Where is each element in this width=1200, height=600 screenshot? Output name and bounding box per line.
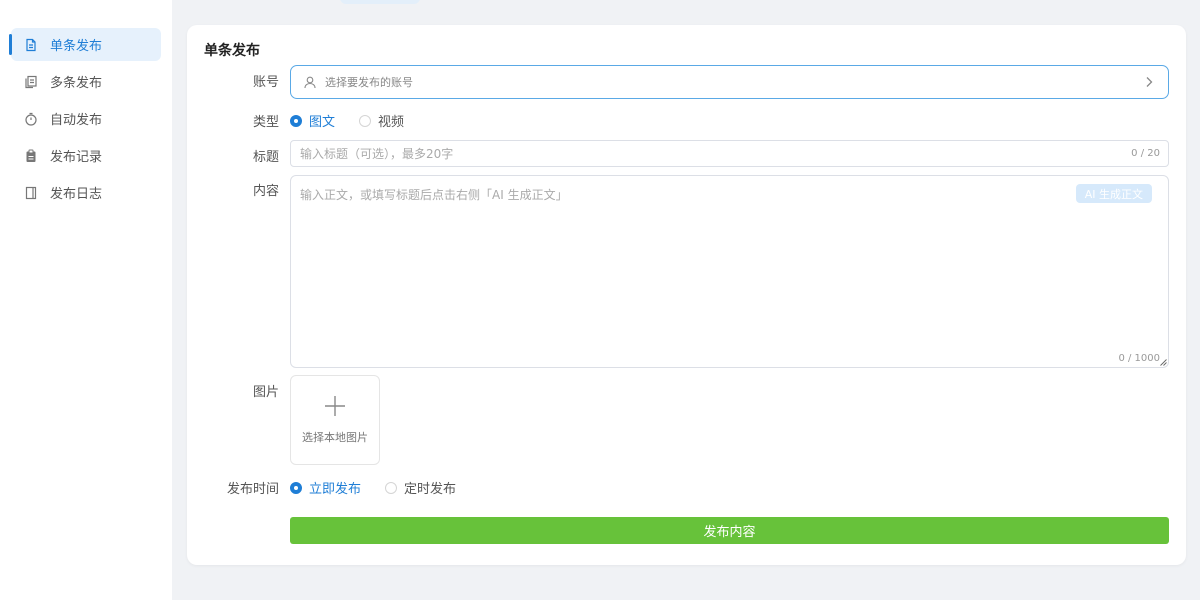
publish-time-radio-now[interactable]: 立即发布 (290, 478, 361, 497)
title-char-count: 0 / 20 (1131, 148, 1160, 159)
sidebar-item-label: 单条发布 (50, 39, 103, 54)
clipboard-icon (24, 149, 38, 163)
main-content: 单条发布 账号 选择要发布的账号 类型 图文 视频 标题 输入标题（可选），最多… (172, 14, 1200, 600)
sidebar: 单条发布 多条发布 自动发布 发布记录 发布日志 (0, 0, 172, 600)
title-input[interactable]: 输入标题（可选），最多20字 0 / 20 (290, 140, 1169, 167)
sidebar-item-auto-publish[interactable]: 自动发布 (11, 102, 161, 135)
radio-label: 图文 (309, 115, 336, 130)
radio-label: 定时发布 (404, 482, 457, 497)
content-textarea[interactable]: 输入正文，或填写标题后点击右侧「AI 生成正文」 AI 生成正文 0 / 100… (290, 175, 1169, 368)
upload-label: 选择本地图片 (302, 431, 368, 444)
plus-icon (325, 396, 345, 416)
page-title: 单条发布 (204, 43, 260, 59)
title-input-placeholder: 输入标题（可选），最多20字 (300, 147, 454, 161)
content-label: 内容 (252, 184, 279, 199)
notebook-icon (24, 186, 38, 200)
content-textarea-placeholder: 输入正文，或填写标题后点击右侧「AI 生成正文」 (300, 188, 568, 202)
sidebar-item-publish-log[interactable]: 发布日志 (11, 176, 161, 209)
title-label: 标题 (252, 150, 279, 165)
publish-form-card: 单条发布 账号 选择要发布的账号 类型 图文 视频 标题 输入标题（可选），最多… (187, 25, 1186, 565)
publish-time-radio-group: 立即发布 定时发布 (290, 478, 480, 497)
radio-dot (385, 481, 398, 494)
chevron-right-icon (1146, 77, 1153, 87)
account-select[interactable]: 选择要发布的账号 (290, 65, 1169, 99)
account-select-placeholder: 选择要发布的账号 (325, 76, 413, 89)
sidebar-item-label: 多条发布 (50, 76, 103, 91)
type-radio-group: 图文 视频 (290, 111, 428, 130)
top-tab-indicator (340, 0, 420, 4)
type-label: 类型 (252, 115, 279, 130)
type-radio-video[interactable]: 视频 (359, 111, 404, 130)
sidebar-item-label: 发布记录 (50, 150, 103, 165)
sidebar-item-label: 发布日志 (50, 187, 103, 202)
image-upload-button[interactable]: 选择本地图片 (290, 375, 380, 465)
sidebar-item-publish-records[interactable]: 发布记录 (11, 139, 161, 172)
sidebar-item-single-publish[interactable]: 单条发布 (9, 28, 161, 61)
documents-icon (24, 75, 38, 89)
publish-submit-button[interactable]: 发布内容 (290, 517, 1169, 544)
type-radio-image-text[interactable]: 图文 (290, 111, 335, 130)
sidebar-item-multi-publish[interactable]: 多条发布 (11, 65, 161, 98)
timer-icon (24, 112, 38, 126)
radio-dot (290, 114, 302, 127)
account-label: 账号 (252, 75, 279, 90)
document-icon (24, 38, 38, 52)
ai-generate-button[interactable]: AI 生成正文 (1075, 184, 1152, 203)
radio-dot (290, 481, 302, 494)
resize-handle-icon[interactable] (1160, 359, 1167, 366)
radio-dot (359, 114, 372, 127)
radio-label: 立即发布 (309, 482, 362, 497)
image-label: 图片 (252, 385, 279, 400)
content-char-count: 0 / 1000 (1118, 353, 1160, 364)
publish-time-label: 发布时间 (226, 482, 279, 497)
radio-label: 视频 (378, 115, 405, 130)
sidebar-item-label: 自动发布 (50, 113, 103, 128)
publish-time-radio-scheduled[interactable]: 定时发布 (385, 478, 456, 497)
user-icon (304, 76, 316, 89)
